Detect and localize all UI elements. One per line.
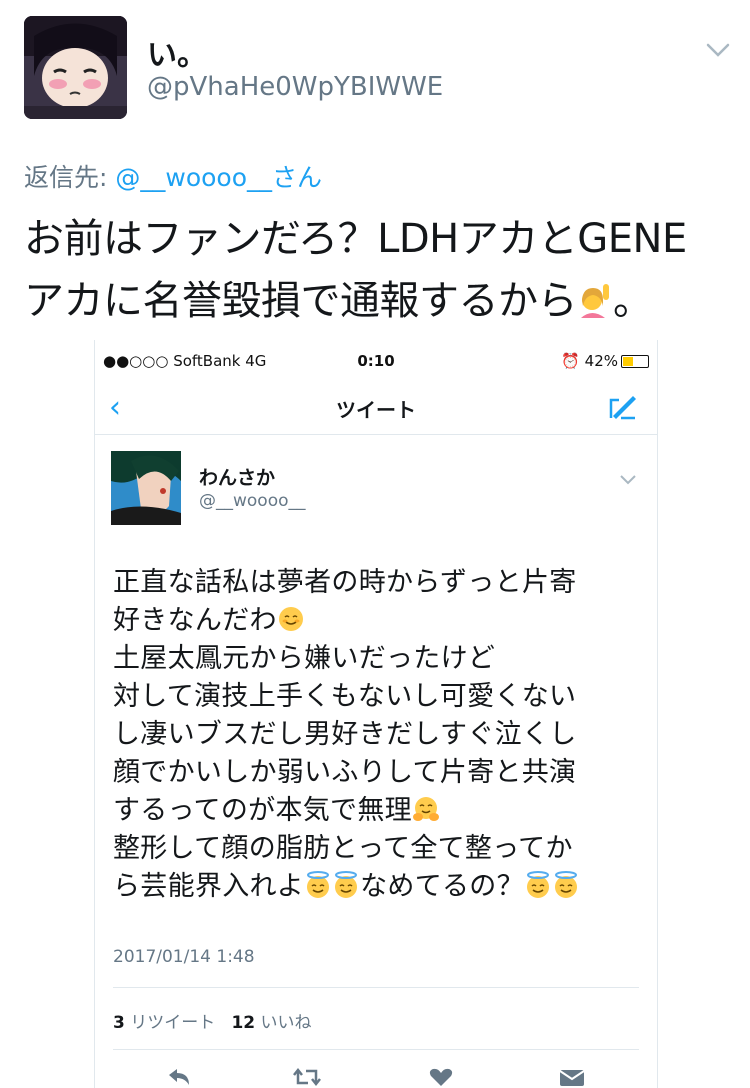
- display-name[interactable]: い。: [147, 30, 207, 74]
- status-bar: ●●○○○ SoftBank 4G 0:10 ⏰ 42%: [95, 348, 657, 374]
- chevron-down-icon[interactable]: [704, 40, 732, 60]
- attached-screenshot-image[interactable]: ●●○○○ SoftBank 4G 0:10 ⏰ 42% ‹ ツイート わんさか…: [94, 340, 658, 1088]
- nav-bar: ‹ ツイート: [95, 378, 657, 435]
- reply-prefix: 返信先:: [24, 163, 116, 192]
- inner-tweet-line: 整形して顔の脂肪とって全て整ってか: [113, 833, 573, 864]
- inner-tweet-line: ら芸能界入れよ なめてるの？: [113, 864, 580, 903]
- battery-status: ⏰ 42%: [561, 352, 649, 370]
- inner-tweet-fragment: 好きなんだわ: [113, 605, 277, 636]
- inner-tweet-line: 正直な話私は夢者の時からずっと片寄: [113, 567, 577, 598]
- like-label[interactable]: いいね: [261, 1013, 312, 1033]
- inner-tweet-line: 対して演技上手くもないし可愛くない: [113, 681, 577, 712]
- user-avatar[interactable]: [24, 16, 127, 119]
- battery-icon: [621, 355, 649, 368]
- reply-mention-link[interactable]: @__woooo__さん: [115, 163, 322, 192]
- chevron-down-icon[interactable]: [619, 471, 637, 485]
- retweet-icon[interactable]: [292, 1067, 322, 1087]
- inner-tweet-fragment: するってのが本気で無理: [113, 795, 412, 826]
- raising-hand-emoji-icon: [577, 282, 613, 318]
- tweet-text-line: お前はファンだろ？LDHアカとGENE: [24, 216, 687, 262]
- nav-title: ツイート: [336, 398, 416, 422]
- tweet-text-line: アカに名誉毀損で通報するから。: [24, 268, 653, 326]
- inner-tweet-line: 好きなんだわ: [113, 598, 305, 637]
- battery-percent: 42%: [584, 352, 618, 370]
- halo-face-emoji-icon: [332, 871, 360, 899]
- reply-to-line: 返信先: @__woooo__さん: [24, 158, 322, 194]
- divider: [113, 1049, 639, 1050]
- inner-tweet-line: 土屋太鳳元から嫌いだったけど: [113, 643, 496, 674]
- user-handle[interactable]: @pVhaHe0WpYBIWWE: [147, 72, 443, 102]
- tweet-detail-card: わんさか @__woooo__ 正直な話私は夢者の時からずっと片寄 好きなんだわ…: [95, 435, 657, 1088]
- retweet-label[interactable]: リツイート: [130, 1013, 215, 1033]
- tweet-detail-body: わんさか @__woooo__ 正直な話私は夢者の時からずっと片寄 好きなんだわ…: [95, 435, 657, 1088]
- inner-user-avatar[interactable]: [111, 451, 181, 525]
- like-heart-icon[interactable]: [426, 1067, 456, 1087]
- inner-tweet-line: 顔でかいしか弱いふりして片寄と共演: [113, 757, 577, 788]
- like-count[interactable]: 12: [231, 1013, 255, 1033]
- battery-fill: [623, 357, 633, 366]
- hugging-face-emoji-icon: [412, 795, 440, 823]
- inner-tweet-fragment: なめてるの？: [360, 871, 524, 902]
- tweet-text-fragment: アカに名誉毀損で通報するから: [24, 278, 578, 324]
- halo-face-emoji-icon: [304, 871, 332, 899]
- divider: [113, 987, 639, 988]
- halo-face-emoji-icon: [552, 871, 580, 899]
- reply-icon[interactable]: [163, 1067, 193, 1087]
- retweet-count[interactable]: 3: [113, 1013, 125, 1033]
- halo-face-emoji-icon: [524, 871, 552, 899]
- alarm-icon: ⏰: [561, 352, 585, 370]
- inner-tweet-fragment: ら芸能界入れよ: [113, 871, 305, 902]
- compose-icon[interactable]: [607, 392, 639, 422]
- inner-display-name[interactable]: わんさか: [199, 463, 275, 490]
- inner-tweet-line: するってのが本気で無理: [113, 788, 440, 827]
- tweet-stats: 3 リツイート 12 いいね: [113, 1008, 312, 1033]
- inner-user-handle[interactable]: @__woooo__: [199, 491, 306, 511]
- inner-tweet-line: し凄いブスだし男好きだしすぐ泣くし: [113, 719, 577, 750]
- smiling-face-emoji-icon: [277, 605, 305, 633]
- tweet-text-fragment: 。: [613, 278, 653, 324]
- direct-message-icon[interactable]: [557, 1067, 587, 1087]
- tweet-timestamp[interactable]: 2017/01/14 1:48: [113, 947, 255, 967]
